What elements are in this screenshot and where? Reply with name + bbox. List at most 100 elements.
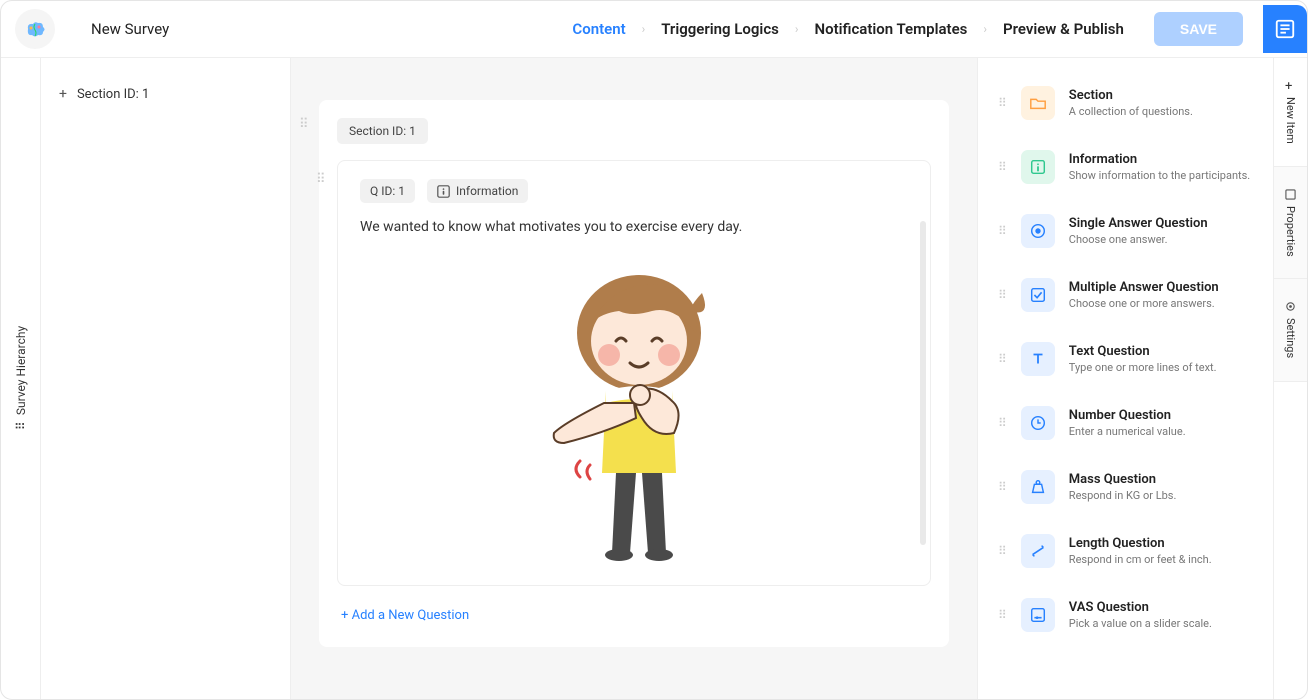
survey-hierarchy-panel: + Section ID: 1	[41, 58, 291, 699]
radio-icon	[1021, 214, 1055, 248]
right-tab-label: Properties	[1284, 206, 1297, 257]
item-title: Text Question	[1069, 344, 1217, 359]
section-card[interactable]: Section ID: 1 ⠿ Q ID: 1 Information We w…	[319, 100, 949, 647]
length-icon	[1021, 534, 1055, 568]
hierarchy-section-item[interactable]: + Section ID: 1	[59, 86, 272, 102]
item-title: Single Answer Question	[1069, 216, 1208, 231]
plus-icon: +	[1285, 80, 1296, 91]
item-text: Single Answer Question Choose one answer.	[1069, 216, 1208, 246]
survey-title: New Survey	[91, 20, 169, 38]
left-rail[interactable]: ⠿ Survey Hierarchy	[1, 58, 41, 699]
mass-icon	[1021, 470, 1055, 504]
question-id-badge: Q ID: 1	[360, 179, 415, 203]
item-row-check[interactable]: ⠿ Multiple Answer Question Choose one or m…	[998, 278, 1257, 312]
item-drag-handle[interactable]: ⠿	[998, 353, 1007, 365]
item-desc: Show information to the participants.	[1069, 169, 1250, 182]
folder-icon	[1021, 86, 1055, 120]
item-desc: Respond in cm or feet & inch.	[1069, 553, 1212, 566]
info-icon	[1021, 150, 1055, 184]
panel-toggle-button[interactable]	[1263, 5, 1307, 53]
item-text: Number Question Enter a numerical value.	[1069, 408, 1186, 438]
item-desc: Pick a value on a slider scale.	[1069, 617, 1212, 630]
item-drag-handle[interactable]: ⠿	[998, 289, 1007, 301]
right-tab-label: Settings	[1284, 318, 1297, 358]
item-desc: Choose one or more answers.	[1069, 297, 1219, 310]
text-icon	[1021, 342, 1055, 376]
item-desc: Enter a numerical value.	[1069, 425, 1186, 438]
item-drag-handle[interactable]: ⠿	[998, 545, 1007, 557]
question-drag-handle[interactable]: ⠿	[316, 173, 326, 186]
hierarchy-icon: ⠿	[14, 422, 28, 431]
list-panel-icon	[1274, 18, 1296, 40]
item-drag-handle[interactable]: ⠿	[998, 225, 1007, 237]
app-logo	[15, 9, 55, 49]
question-text: We wanted to know what motivates you to …	[360, 219, 908, 235]
tab-content[interactable]: Content	[556, 20, 641, 38]
item-drag-handle[interactable]: ⠿	[998, 97, 1007, 109]
question-illustration	[360, 255, 908, 563]
item-title: Section	[1069, 88, 1193, 103]
item-text: Length Question Respond in cm or feet & i…	[1069, 536, 1212, 566]
vas-icon	[1021, 598, 1055, 632]
item-row-length[interactable]: ⠿ Length Question Respond in cm or feet & …	[998, 534, 1257, 568]
right-tab-label: New Item	[1284, 97, 1297, 144]
gear-icon	[1285, 301, 1296, 312]
number-icon	[1021, 406, 1055, 440]
item-title: Information	[1069, 152, 1250, 167]
tab-notification-templates[interactable]: Notification Templates	[798, 20, 983, 38]
item-row-mass[interactable]: ⠿ Mass Question Respond in KG or Lbs.	[998, 470, 1257, 504]
item-text: Text Question Type one or more lines of t…	[1069, 344, 1217, 374]
tab-triggering-logics[interactable]: Triggering Logics	[645, 20, 795, 38]
item-row-folder[interactable]: ⠿ Section A collection of questions.	[998, 86, 1257, 120]
item-row-info[interactable]: ⠿ Information Show information to the part…	[998, 150, 1257, 184]
exercise-girl-icon	[524, 263, 744, 563]
item-text: Mass Question Respond in KG or Lbs.	[1069, 472, 1177, 502]
section-drag-handle[interactable]: ⠿	[299, 118, 309, 131]
item-text: Multiple Answer Question Choose one or mo…	[1069, 280, 1219, 310]
right-tab-new-item[interactable]: + New Item	[1274, 58, 1307, 167]
check-icon	[1021, 278, 1055, 312]
right-tab-properties[interactable]: Properties	[1274, 167, 1307, 280]
tab-preview-publish[interactable]: Preview & Publish	[987, 20, 1140, 38]
properties-icon	[1285, 189, 1296, 200]
hierarchy-item-label: Section ID: 1	[77, 87, 149, 102]
left-rail-label: ⠿ Survey Hierarchy	[14, 326, 28, 430]
question-card[interactable]: ⠿ Q ID: 1 Information We wanted to know …	[337, 160, 931, 586]
question-type-label: Information	[456, 184, 518, 198]
right-tab-settings[interactable]: Settings	[1274, 279, 1307, 381]
save-button[interactable]: SAVE	[1154, 12, 1243, 46]
app-header: New Survey Content › Triggering Logics ›…	[1, 1, 1307, 58]
item-desc: Type one or more lines of text.	[1069, 361, 1217, 374]
item-drag-handle[interactable]: ⠿	[998, 609, 1007, 621]
new-item-panel: ⠿ Section A collection of questions. ⠿ Infor…	[977, 58, 1273, 699]
item-title: Multiple Answer Question	[1069, 280, 1219, 295]
plus-icon: +	[59, 86, 67, 102]
item-row-radio[interactable]: ⠿ Single Answer Question Choose one answer…	[998, 214, 1257, 248]
item-row-vas[interactable]: ⠿ VAS Question Pick a value on a slider sc…	[998, 598, 1257, 632]
item-text: VAS Question Pick a value on a slider sca…	[1069, 600, 1212, 630]
item-text: Information Show information to the parti…	[1069, 152, 1250, 182]
item-row-text[interactable]: ⠿ Text Question Type one or more lines of …	[998, 342, 1257, 376]
item-drag-handle[interactable]: ⠿	[998, 481, 1007, 493]
question-header: Q ID: 1 Information	[360, 179, 908, 203]
item-desc: Choose one answer.	[1069, 233, 1208, 246]
item-title: Length Question	[1069, 536, 1212, 551]
question-type-badge: Information	[427, 179, 528, 203]
item-title: VAS Question	[1069, 600, 1212, 615]
header-tabs: Content › Triggering Logics › Notificati…	[556, 5, 1307, 53]
item-title: Number Question	[1069, 408, 1186, 423]
brain-logo-icon	[23, 20, 47, 38]
section-id-badge: Section ID: 1	[337, 118, 428, 144]
item-desc: A collection of questions.	[1069, 105, 1193, 118]
main-layout: ⠿ Survey Hierarchy + Section ID: 1 ⠿ Sec…	[1, 58, 1307, 699]
item-drag-handle[interactable]: ⠿	[998, 161, 1007, 173]
right-rail: + New Item Properties Settings	[1273, 58, 1307, 699]
survey-canvas: ⠿ Section ID: 1 ⠿ Q ID: 1 Information	[291, 58, 977, 699]
question-scrollbar[interactable]	[920, 221, 926, 545]
item-desc: Respond in KG or Lbs.	[1069, 489, 1177, 502]
item-title: Mass Question	[1069, 472, 1177, 487]
item-text: Section A collection of questions.	[1069, 88, 1193, 118]
add-question-button[interactable]: + Add a New Question	[337, 608, 931, 623]
item-row-number[interactable]: ⠿ Number Question Enter a numerical value.	[998, 406, 1257, 440]
item-drag-handle[interactable]: ⠿	[998, 417, 1007, 429]
